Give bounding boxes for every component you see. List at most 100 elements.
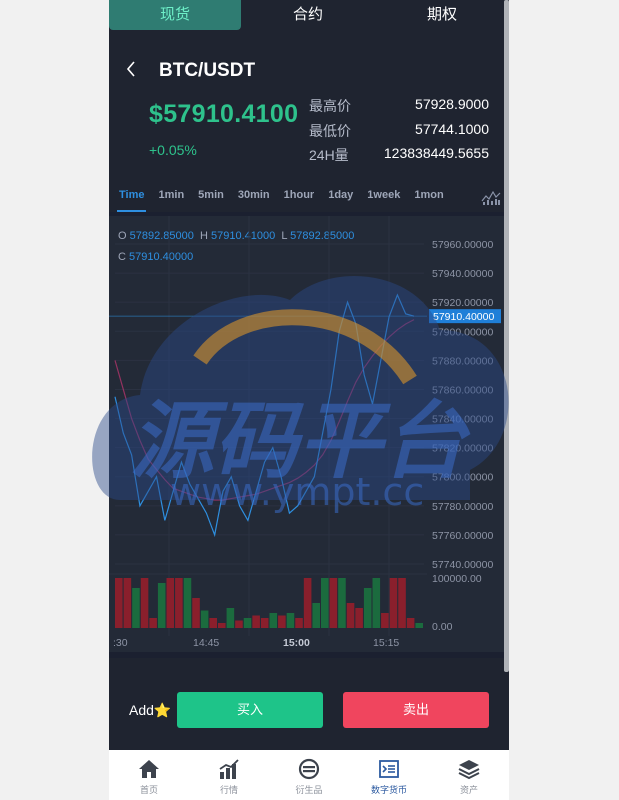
stat-low: 最低价 57744.1000 [309,121,489,141]
trading-app: 现货 合约 期权 BTC/USDT $57910.4100 +0.05% 最高价… [109,0,509,800]
stat-volume: 24H量 123838449.5655 [309,145,489,165]
volume-bar [252,615,260,628]
interval-selector: Time 1min 5min 30min 1hour 1day 1week 1m… [109,184,509,212]
add-favorite-label: Add [129,702,154,718]
volume-bar [132,588,140,628]
sell-button[interactable]: 卖出 [343,692,489,728]
interval-30min[interactable]: 30min [236,184,272,212]
volume-bar [209,618,217,628]
volume-bar [415,623,423,628]
price-axis-tick: 57960.00000 [432,239,493,251]
digital-currency-icon [379,760,399,778]
derivatives-icon [298,758,320,780]
time-axis-tick: 15:00 [283,637,310,649]
nav-digital-currency[interactable]: 数字货币 [349,750,429,800]
time-axis-tick: 14:45 [193,637,219,649]
price-chart[interactable]: O 57892.85000 H 57910.41000 L 57892.8500… [109,212,509,652]
volume-bar [295,618,303,628]
nav-assets-label: 资产 [459,785,478,795]
volume-bar [157,583,166,628]
price-axis-tick: 57900.00000 [432,326,493,338]
volume-bar [260,618,269,628]
nav-derivatives[interactable]: 衍生品 [269,750,349,800]
volume-bar [381,613,389,628]
trading-pair-title: BTC/USDT [159,60,256,81]
volume-bar [278,615,286,628]
price-axis-tick: 57820.00000 [432,443,493,455]
volume-bar [243,618,252,628]
nav-market-label: 行情 [219,785,238,795]
tab-spot[interactable]: 现货 [109,0,241,30]
time-axis-tick: 15:15 [373,637,399,649]
nav-market[interactable]: 行情 [189,750,269,800]
volume-bar [235,620,243,628]
price-axis-tick: 57800.00000 [432,472,493,484]
volume-bar [226,608,235,628]
volume-bar [372,578,381,628]
back-arrow-icon[interactable] [125,58,137,80]
price-axis-tick: 57740.00000 [432,559,493,571]
price-axis-tick: 57940.00000 [432,268,493,280]
volume-bar [329,578,338,628]
price-change-percent: +0.05% [149,142,197,158]
interval-1min[interactable]: 1min [156,184,186,212]
volume-bar [140,578,149,628]
volume-bar [200,610,209,628]
interval-5min[interactable]: 5min [196,184,226,212]
interval-1hour[interactable]: 1hour [282,184,317,212]
stat-volume-value: 123838449.5655 [383,145,489,161]
price-axis-tick: 57860.00000 [432,384,493,396]
tab-options[interactable]: 期权 [375,0,509,30]
volume-axis-tick: 0.00 [432,621,453,633]
buy-button[interactable]: 买入 [177,692,323,728]
add-favorite[interactable]: Add⭐ [129,702,171,719]
stat-low-value: 57744.1000 [415,121,489,137]
home-icon [139,760,159,778]
volume-bar [312,603,320,628]
ma-line [114,319,415,501]
volume-bar [149,618,157,628]
chart-bottom-divider [109,652,509,658]
volume-bar [192,598,200,628]
price-axis-tick: 57840.00000 [432,414,493,426]
nav-digital-currency-label: 数字货币 [370,785,407,795]
price-axis-tick: 57880.00000 [432,355,493,367]
interval-1week[interactable]: 1week [365,184,402,212]
time-axis-tick: :30 [113,637,128,649]
market-type-tabs: 现货 合约 期权 [109,0,509,30]
volume-bar [338,578,346,628]
stat-volume-label: 24H量 [309,147,349,163]
volume-bar [389,578,398,628]
page-scrollbar[interactable] [504,0,509,672]
stat-high-label: 最高价 [309,98,351,114]
volume-bar [406,618,415,628]
volume-bar [115,578,123,628]
star-icon: ⭐ [153,702,172,718]
tab-contract[interactable]: 合约 [241,0,375,30]
volume-axis-tick: 100000.00 [432,573,482,585]
bottom-navigation: 首页 行情 衍生品 数字货币 资产 [109,750,509,800]
nav-home-label: 首页 [139,785,158,795]
nav-home[interactable]: 首页 [109,750,189,800]
last-price: $57910.4100 [149,100,299,128]
volume-bar [175,578,183,628]
chart-type-icon[interactable] [481,188,501,206]
interval-1day[interactable]: 1day [326,184,355,212]
volume-bar [346,603,355,628]
price-axis-tick: 57760.00000 [432,530,493,542]
nav-derivatives-label: 衍生品 [295,785,323,795]
volume-bar [303,578,312,628]
volume-bar [286,613,295,628]
volume-bar [123,578,132,628]
volume-bar [166,578,175,628]
volume-bar [398,578,406,628]
market-chart-icon [219,759,239,779]
chart-canvas: 57960.00000 57940.00000 57920.00000 57900.0… [109,216,501,649]
volume-bar [183,578,192,628]
nav-assets[interactable]: 资产 [429,750,509,800]
price-axis-tick: 57780.00000 [432,501,493,513]
volume-bar [218,623,226,628]
interval-1mon[interactable]: 1mon [412,184,445,212]
stat-low-label: 最低价 [309,123,351,139]
interval-time[interactable]: Time [117,184,147,212]
